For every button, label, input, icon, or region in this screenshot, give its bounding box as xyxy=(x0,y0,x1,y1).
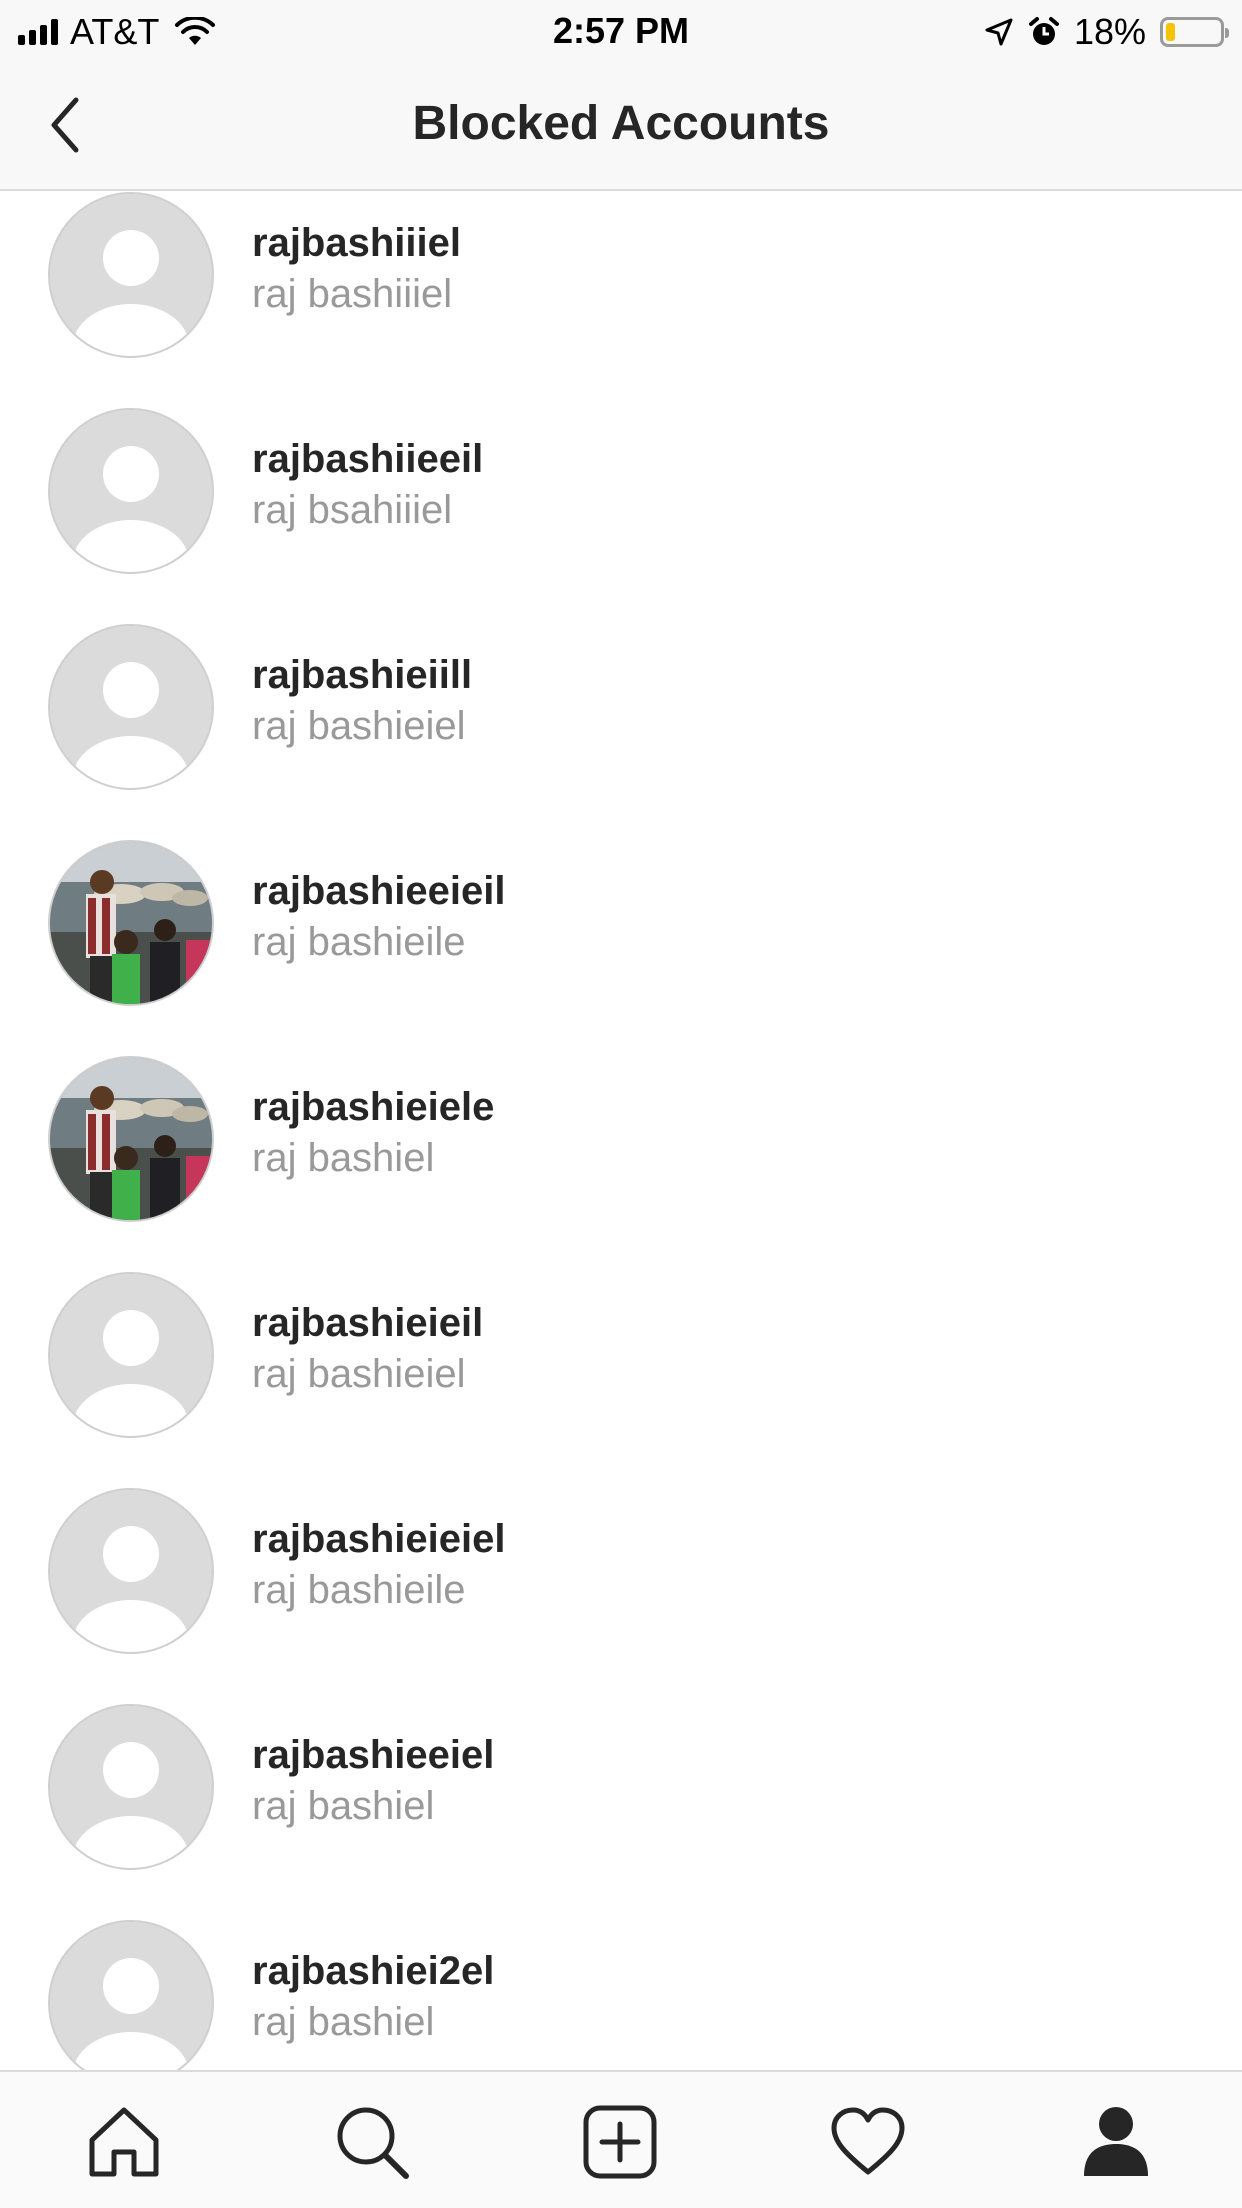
blocked-account-row-rajbashieeiel[interactable]: rajbashieeiel raj bashiel xyxy=(0,1654,1242,1870)
default-avatar-icon xyxy=(50,410,212,572)
account-text: rajbashiiiel raj bashiiiel xyxy=(252,219,461,321)
avatar[interactable] xyxy=(48,1920,214,2070)
home-icon xyxy=(89,2107,159,2177)
blocked-account-row-rajbashieieil[interactable]: rajbashieieil raj bashieiel xyxy=(0,1222,1242,1438)
tab-bar xyxy=(0,2070,1242,2208)
full-name: raj bashieile xyxy=(252,920,466,964)
location-arrow-icon xyxy=(985,18,1013,46)
username: rajbashieieil xyxy=(252,1301,484,1345)
full-name: raj bsahiiiel xyxy=(252,488,453,532)
default-avatar-icon xyxy=(50,1706,212,1868)
full-name: raj bashieile xyxy=(252,1568,466,1612)
avatar[interactable] xyxy=(48,408,214,574)
avatar[interactable] xyxy=(48,1056,214,1222)
full-name: raj bashieiel xyxy=(252,704,466,748)
full-name: raj bashiel xyxy=(252,1136,435,1180)
default-avatar-icon xyxy=(50,1274,212,1436)
navigation-bar: Blocked Accounts xyxy=(0,62,1242,191)
page-title: Blocked Accounts xyxy=(412,97,830,150)
full-name: raj bashiiiel xyxy=(252,272,453,316)
avatar[interactable] xyxy=(48,1704,214,1870)
blocked-accounts-list[interactable]: rajbashiiiel raj bashiiiel rajbashiieeil… xyxy=(0,191,1242,2070)
username: rajbashiiiel xyxy=(252,221,461,265)
battery-level-fill xyxy=(1166,23,1175,41)
default-avatar-icon xyxy=(50,194,212,356)
blocked-account-row-rajbashiiiel[interactable]: rajbashiiiel raj bashiiiel xyxy=(0,191,1242,358)
battery-icon xyxy=(1160,17,1229,47)
avatar[interactable] xyxy=(48,192,214,358)
full-name: raj bashiel xyxy=(252,1784,435,1828)
status-right: 18% xyxy=(984,11,1229,52)
username: rajbashiieeil xyxy=(252,437,484,481)
account-text: rajbashieieil raj bashieiel xyxy=(252,1299,483,1401)
account-text: rajbashieiele raj bashiel xyxy=(252,1083,494,1185)
blocked-account-row-rajbashieiele[interactable]: rajbashieiele raj bashiel xyxy=(0,1006,1242,1222)
username: rajbashieiele xyxy=(252,1085,495,1129)
username: rajbashieieiel xyxy=(252,1517,506,1561)
search-icon xyxy=(337,2107,409,2179)
avatar[interactable] xyxy=(48,624,214,790)
alarm-clock-icon xyxy=(1028,17,1059,45)
account-text: rajbashieiill raj bashieiel xyxy=(252,651,472,753)
avatar[interactable] xyxy=(48,840,214,1006)
username: rajbashieiill xyxy=(252,653,473,697)
heart-icon xyxy=(831,2107,905,2175)
account-text: rajbashiei2el raj bashiel xyxy=(252,1947,494,2049)
username: rajbashiei2el xyxy=(252,1949,495,1993)
blocked-account-row-rajbashieeieil[interactable]: rajbashieeieil raj bashieile xyxy=(0,790,1242,1006)
profile-icon xyxy=(1084,2107,1148,2176)
default-avatar-icon xyxy=(50,1490,212,1652)
account-text: rajbashieieiel raj bashieile xyxy=(252,1515,505,1617)
status-bar: AT&T 2:57 PM 18% xyxy=(0,0,1242,62)
blocked-account-row-rajbashiei2el[interactable]: rajbashiei2el raj bashiel xyxy=(0,1870,1242,2070)
account-text: rajbashieeiel raj bashiel xyxy=(252,1731,494,1833)
blocked-account-row-rajbashieieiel[interactable]: rajbashieieiel raj bashieile xyxy=(0,1438,1242,1654)
full-name: raj bashiel xyxy=(252,2000,435,2044)
battery-percent: 18% xyxy=(1073,11,1146,52)
add-post-icon xyxy=(583,2105,657,2179)
full-name: raj bashieiel xyxy=(252,1352,466,1396)
default-avatar-icon xyxy=(50,626,212,788)
profile-photo xyxy=(50,1058,212,1220)
tab-home[interactable] xyxy=(84,2102,164,2182)
tab-new-post[interactable] xyxy=(580,2102,660,2182)
avatar[interactable] xyxy=(48,1488,214,1654)
profile-photo xyxy=(50,842,212,1004)
blocked-account-row-rajbashiieeil[interactable]: rajbashiieeil raj bsahiiiel xyxy=(0,358,1242,574)
account-text: rajbashieeieil raj bashieile xyxy=(252,867,505,969)
tab-activity[interactable] xyxy=(828,2102,908,2182)
tab-search[interactable] xyxy=(332,2102,412,2182)
username: rajbashieeiel xyxy=(252,1733,495,1777)
tab-profile[interactable] xyxy=(1076,2102,1156,2182)
default-avatar-icon xyxy=(50,1922,212,2070)
username: rajbashieeieil xyxy=(252,869,506,913)
blocked-accounts-list-inner: rajbashiiiel raj bashiiiel rajbashiieeil… xyxy=(0,191,1242,2070)
avatar[interactable] xyxy=(48,1272,214,1438)
blocked-account-row-rajbashieiill[interactable]: rajbashieiill raj bashieiel xyxy=(0,574,1242,790)
account-text: rajbashiieeil raj bsahiiiel xyxy=(252,435,483,537)
